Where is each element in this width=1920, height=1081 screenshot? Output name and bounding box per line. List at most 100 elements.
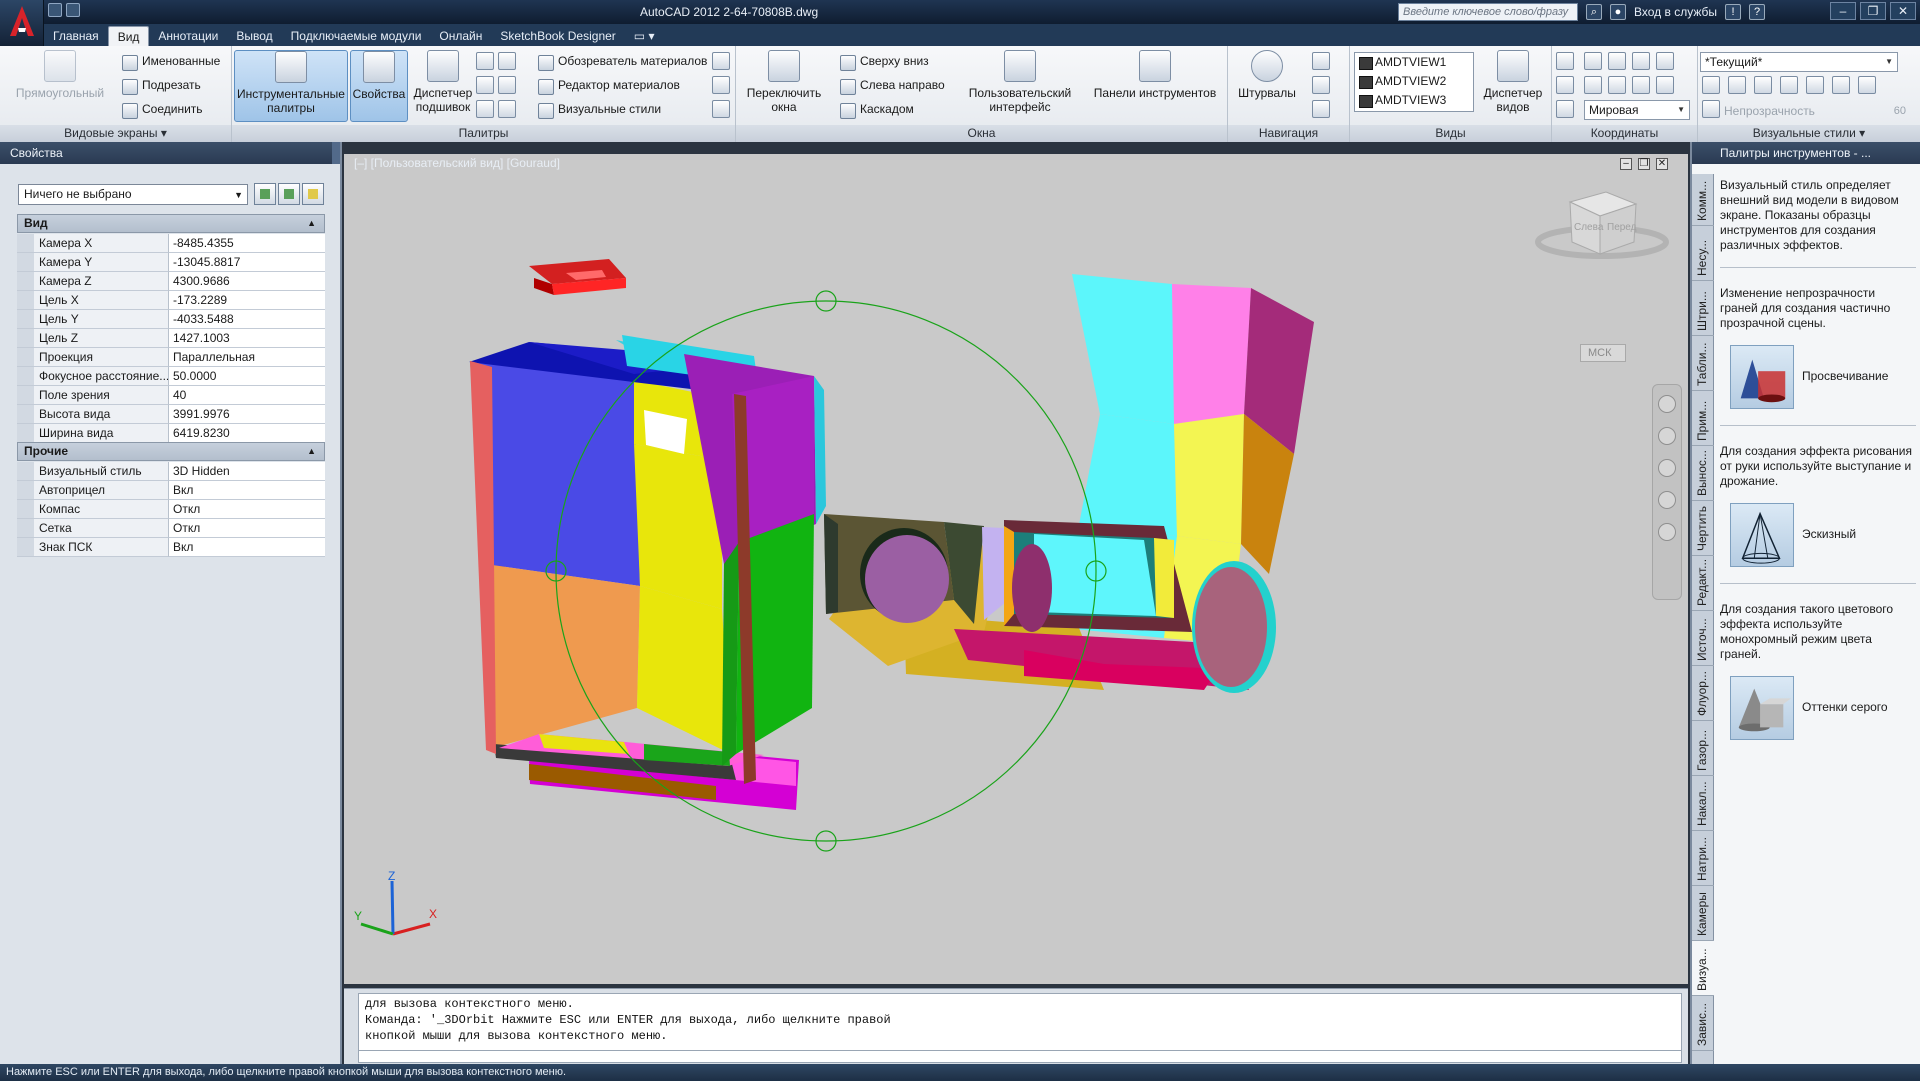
palette-icon-8[interactable] [712,76,730,94]
palette-tab[interactable]: Накал... [1692,776,1714,831]
palette-tab[interactable]: Прим... [1692,391,1714,446]
palette-icon-5[interactable] [476,100,494,118]
palette-tab[interactable]: Источ... [1692,611,1714,666]
palette-icon-3[interactable] [476,76,494,94]
viewport-label[interactable]: [–] [Пользовательский вид] [Gouraud] [354,156,560,170]
property-row[interactable]: Высота вида 3991.9976 [17,405,325,424]
tab-plugins[interactable]: Подключаемые модули [282,26,431,46]
tab-home[interactable]: Главная [44,26,108,46]
palette-tab[interactable]: Табли... [1692,336,1714,391]
property-value[interactable]: 4300.9686 [169,272,325,291]
color-icon[interactable] [1754,76,1772,94]
view-item[interactable]: AMDTVIEW3 [1355,91,1473,110]
application-menu-button[interactable] [0,0,44,46]
tool-sketchy[interactable]: Эскизный [1720,503,1916,569]
palette-tab[interactable]: Редакт... [1692,556,1714,611]
ucs-icon-10[interactable] [1656,76,1674,94]
ucs-icon-3[interactable] [1608,52,1626,70]
ucs-menu[interactable]: МСК [1580,344,1626,362]
palette-tab[interactable]: Штри... [1692,281,1714,336]
join-viewports-button[interactable]: Соединить [122,100,203,120]
face-icon[interactable] [1728,76,1746,94]
palette-tab[interactable]: Завис... [1692,996,1714,1051]
ucs-icon-2[interactable] [1584,52,1602,70]
palette-tab[interactable]: Газор... [1692,721,1714,776]
toggle-pickadd-button[interactable] [254,183,276,205]
property-row[interactable]: Камера X -8485.4355 [17,234,325,253]
tab-annotate[interactable]: Аннотации [149,26,227,46]
nav-pan-icon[interactable] [1658,427,1676,445]
vp-restore-icon[interactable]: ❐ [1638,158,1650,170]
palette-tab[interactable]: Чертить [1692,501,1714,556]
tool-xray[interactable]: Просвечивание [1720,345,1916,411]
ucs-icon-4[interactable] [1632,52,1650,70]
steering-wheels-button[interactable]: Штурвалы [1238,50,1296,100]
nav-wheel-icon[interactable] [1658,395,1676,413]
property-value[interactable]: 1427.1003 [169,329,325,348]
property-value[interactable]: 3D Hidden [169,462,325,481]
palette-icon-9[interactable] [712,100,730,118]
ucs-combo[interactable]: Мировая [1584,100,1690,120]
exchange-icon[interactable]: ! [1725,4,1741,20]
visual-style-combo[interactable]: *Текущий* [1700,52,1898,72]
command-input[interactable] [358,1051,1682,1063]
property-value[interactable]: Откл [169,519,325,538]
viewcube[interactable]: Слева Перед [1535,191,1669,259]
restore-button[interactable]: ❐ [1860,2,1886,20]
ucs-icon-6[interactable] [1556,76,1574,94]
highlight-icon[interactable] [1858,76,1876,94]
user-icon[interactable]: ● [1610,4,1626,20]
qat-dropdown-icon[interactable] [66,3,80,17]
tile-vertical-button[interactable]: Слева направо [840,76,945,96]
materials-editor-button[interactable]: Редактор материалов [538,76,680,96]
ucs-icon-8[interactable] [1608,76,1626,94]
palette-tab[interactable]: Визуа... [1692,941,1714,996]
palette-tab[interactable]: Вынос... [1692,446,1714,501]
pan-icon[interactable] [1312,52,1330,70]
property-row[interactable]: Камера Y -13045.8817 [17,253,325,272]
view-item[interactable]: AMDTVIEW1 [1355,53,1473,72]
ucs-icon-11[interactable] [1556,100,1574,118]
tab-online[interactable]: Онлайн [430,26,491,46]
nav-showmotion-icon[interactable] [1658,523,1676,541]
view-manager-button[interactable]: Диспетчер видов [1478,50,1548,114]
property-row[interactable]: Сетка Откл [17,519,325,538]
property-row[interactable]: Проекция Параллельная [17,348,325,367]
property-row[interactable]: Ширина вида 6419.8230 [17,424,325,443]
ribbon-minimize-icon[interactable]: ▭ ▾ [625,26,664,46]
palette-icon-2[interactable] [498,52,516,70]
section-view[interactable]: Вид [17,214,325,233]
property-row[interactable]: Цель Z 1427.1003 [17,329,325,348]
switch-windows-button[interactable]: Переключить окна [746,50,822,114]
materials-browser-button[interactable]: Обозреватель материалов [538,52,707,72]
tab-sketchbook[interactable]: SketchBook Designer [491,26,624,46]
help-search-input[interactable]: Введите ключевое слово/фразу [1398,3,1578,21]
properties-button[interactable]: Свойства [350,50,408,122]
vp-minimize-icon[interactable]: – [1620,158,1632,170]
nav-zoom-icon[interactable] [1658,459,1676,477]
select-objects-button[interactable] [278,183,300,205]
close-button[interactable]: ✕ [1890,2,1916,20]
property-value[interactable]: Откл [169,500,325,519]
section-misc[interactable]: Прочие [17,442,325,461]
property-row[interactable]: Компас Откл [17,500,325,519]
ucs-icon-1[interactable] [1556,52,1574,70]
ucs-icon-5[interactable] [1656,52,1674,70]
property-value[interactable]: -13045.8817 [169,253,325,272]
model-viewport[interactable]: Слева Перед X Z Y [344,154,1688,984]
property-value[interactable]: -8485.4355 [169,234,325,253]
palette-icon-7[interactable] [712,52,730,70]
ucs-icon-9[interactable] [1632,76,1650,94]
properties-title[interactable]: Свойства [0,142,340,164]
property-value[interactable]: Вкл [169,481,325,500]
property-value[interactable]: -173.2289 [169,291,325,310]
palette-tab[interactable]: Натри... [1692,831,1714,886]
sheet-set-manager-button[interactable]: Диспетчер подшивок [410,50,476,114]
property-row[interactable]: Знак ПСК Вкл [17,538,325,557]
panel-title-viewports[interactable]: Видовые экраны ▾ [0,125,231,142]
opacity-icon[interactable] [1702,100,1720,118]
property-row[interactable]: Автоприцел Вкл [17,481,325,500]
named-views-list[interactable]: AMDTVIEW1 AMDTVIEW2 AMDTVIEW3 [1354,52,1474,112]
opacity-slider[interactable]: Непрозрачность [1724,102,1872,120]
palette-icon-6[interactable] [498,100,516,118]
